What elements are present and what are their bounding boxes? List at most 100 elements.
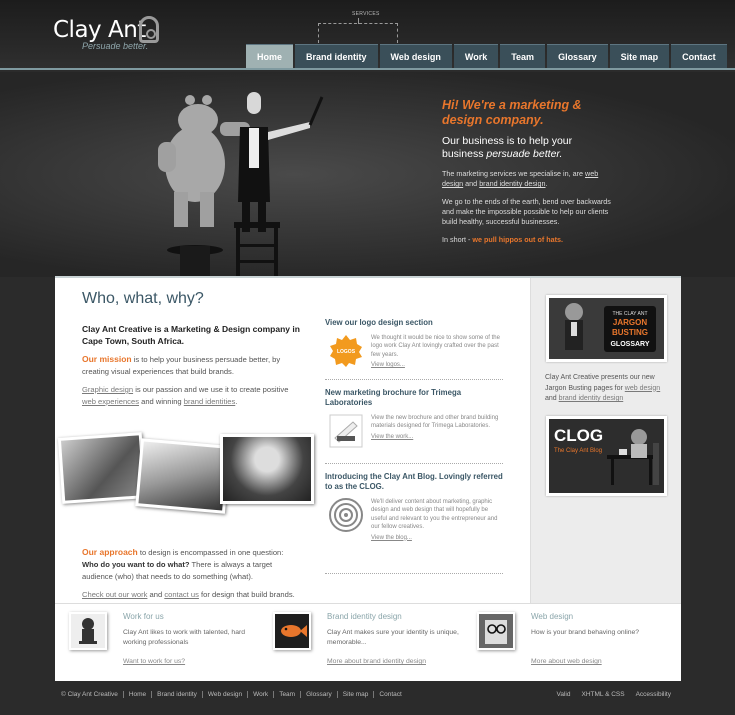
studio-photo-2: [135, 438, 231, 514]
target-icon: [329, 498, 363, 532]
passion-text-2: and winning: [139, 397, 184, 406]
news-text: We'll deliver content about marketing, g…: [371, 498, 503, 542]
hero-lead-emphasis: persuade better.: [486, 148, 563, 160]
brochure-icon: [329, 414, 363, 448]
nav-web-design[interactable]: Web design: [379, 44, 452, 68]
main-content: Who, what, why? Clay Ant Creative is a M…: [55, 278, 530, 603]
logos-badge-text: LOGOS: [337, 349, 356, 355]
nav-work[interactable]: Work: [453, 44, 499, 68]
contact-us-link[interactable]: contact us: [164, 590, 199, 599]
footer-link-contact[interactable]: Contact: [373, 691, 406, 698]
view-work-link[interactable]: View the work...: [371, 433, 503, 441]
view-blog-link[interactable]: View the blog...: [371, 534, 503, 542]
web-design-link[interactable]: More about web design: [531, 658, 602, 665]
hero-headline: Hi! We're a marketing & design company.: [442, 98, 582, 127]
passion-period: .: [235, 397, 238, 406]
hippo-magician-illustration: [158, 92, 324, 277]
sidebar-web-design-link[interactable]: web design: [625, 385, 660, 392]
studio-photo-3: [220, 434, 314, 504]
view-logos-link[interactable]: View logos...: [371, 361, 503, 369]
main-nav: Home Brand identity Web design Work Team…: [246, 44, 727, 68]
footer-link-web-design[interactable]: Web design: [201, 691, 247, 698]
news-title[interactable]: View our logo design section: [325, 318, 503, 328]
clog-subtitle: The Clay Ant Blog: [554, 448, 602, 454]
nav-brand-identity[interactable]: Brand identity: [295, 44, 378, 68]
news-title[interactable]: New marketing brochure for Trimega Labor…: [325, 388, 503, 408]
sidebar: THE CLAY ANT JARGON BUSTING GLOSSARY Cla…: [530, 278, 681, 603]
logo[interactable]: Clay Ant Persuade better.: [53, 16, 159, 51]
clog-illustration: CLOG The Clay Ant Blog: [549, 419, 664, 493]
graphic-design-link[interactable]: Graphic design: [82, 385, 133, 394]
news-body: We'll deliver content about marketing, g…: [325, 498, 503, 542]
brand-tagline: Persuade better.: [82, 41, 149, 51]
sidebar-text: Clay Ant Creative presents our new Jargo…: [545, 373, 667, 405]
passion-paragraph: Graphic design is our passion and we use…: [82, 384, 300, 408]
brand-identities-link[interactable]: brand identities: [184, 397, 236, 406]
footer-link-home[interactable]: Home: [122, 691, 151, 698]
footer-validation: Valid XHTML & CSS Accessibility: [557, 691, 672, 698]
hero-banner: Hi! We're a marketing & design company. …: [0, 72, 735, 277]
our-work-link[interactable]: Check out our work: [82, 590, 147, 599]
footer-link-glossary[interactable]: Glossary: [300, 691, 337, 698]
news-column: View our logo design section LOGOS We th…: [325, 318, 503, 582]
news-title[interactable]: Introducing the Clay Ant Blog. Lovingly …: [325, 472, 503, 492]
sidebar-brand-identity-link[interactable]: brand identity design: [559, 395, 624, 402]
news-text: We thought it would be nice to show some…: [371, 334, 503, 370]
footer-link-work[interactable]: Work: [247, 691, 273, 698]
footer-link-team[interactable]: Team: [273, 691, 300, 698]
intro-text: Clay Ant Creative is a Marketing & Desig…: [82, 324, 300, 346]
glossary-illustration: THE CLAY ANT JARGON BUSTING GLOSSARY: [549, 298, 664, 359]
footer-accessibility-link[interactable]: Accessibility: [636, 691, 671, 698]
studio-photo-1: [57, 432, 147, 504]
news-body: View the new brochure and other brand bu…: [325, 414, 503, 448]
news-description: We thought it would be nice to show some…: [371, 335, 500, 358]
promo-text: Clay Ant likes to work with talented, ha…: [123, 629, 246, 646]
cta-and: and: [147, 590, 165, 599]
footer-xhtml-css-link[interactable]: XHTML & CSS: [581, 691, 624, 698]
about-column: Who, what, why? Clay Ant Creative is a M…: [57, 290, 314, 601]
nav-site-map[interactable]: Site map: [609, 44, 670, 68]
news-item: View our logo design section LOGOS We th…: [325, 318, 503, 380]
page-title: Who, what, why?: [82, 290, 204, 307]
work-for-us-link[interactable]: Want to work for us?: [123, 658, 185, 665]
logos-badge-icon: LOGOS: [330, 335, 362, 367]
nav-contact[interactable]: Contact: [671, 44, 727, 68]
news-item: Introducing the Clay Ant Blog. Lovingly …: [325, 472, 503, 574]
glossary-line-3: BUSTING: [612, 328, 648, 337]
approach-question: Who do you want to do what?: [82, 560, 190, 569]
nav-glossary[interactable]: Glossary: [547, 44, 608, 68]
footer-link-site-map[interactable]: Site map: [336, 691, 374, 698]
glasses-face-icon: [477, 612, 515, 650]
passion-text: is our passion and we use it to create p…: [133, 385, 289, 394]
news-item: New marketing brochure for Trimega Labor…: [325, 388, 503, 464]
news-body: LOGOS We thought it would be nice to sho…: [325, 334, 503, 370]
fish-icon: [273, 612, 311, 650]
site-footer: © Clay Ant Creative Home Brand identity …: [0, 689, 735, 703]
promo-title: Brand identity design: [327, 612, 402, 621]
services-bracket: [318, 18, 398, 43]
worker-icon: [69, 612, 107, 650]
hero-summary-text: In short -: [442, 235, 473, 244]
nav-team[interactable]: Team: [500, 44, 546, 68]
mission-paragraph: Our mission is to help your business per…: [82, 353, 300, 378]
promo-title: Web design: [531, 612, 574, 621]
news-description: View the new brochure and other brand bu…: [371, 415, 499, 430]
nav-home[interactable]: Home: [246, 44, 294, 68]
promo-text: Clay Ant makes sure your identity is uni…: [327, 629, 459, 646]
hero-paragraph: We go to the ends of the earth, bend ove…: [442, 197, 611, 226]
footer-copyright: © Clay Ant Creative: [61, 691, 118, 698]
hero-brand-identity-link[interactable]: brand identity design: [479, 179, 545, 188]
approach-text: to design is encompassed in one question…: [137, 548, 284, 557]
footer-link-brand-identity[interactable]: Brand identity: [151, 691, 202, 698]
footer-valid: Valid: [556, 691, 571, 698]
clog-blog-banner[interactable]: CLOG The Clay Ant Blog: [546, 416, 667, 496]
hero-text: Hi! We're a marketing & design company. …: [442, 98, 612, 245]
brand-identity-design-link[interactable]: More about brand identity design: [327, 658, 426, 665]
mission-label: Our mission: [82, 354, 132, 364]
jargon-glossary-banner[interactable]: THE CLAY ANT JARGON BUSTING GLOSSARY: [546, 295, 667, 362]
hero-services-period: .: [545, 179, 548, 188]
web-experiences-link[interactable]: web experiences: [82, 397, 139, 406]
news-description: We'll deliver content about marketing, g…: [371, 499, 498, 531]
glossary-line-4: GLOSSARY: [610, 341, 649, 348]
brand-name: Clay Ant: [53, 17, 146, 43]
